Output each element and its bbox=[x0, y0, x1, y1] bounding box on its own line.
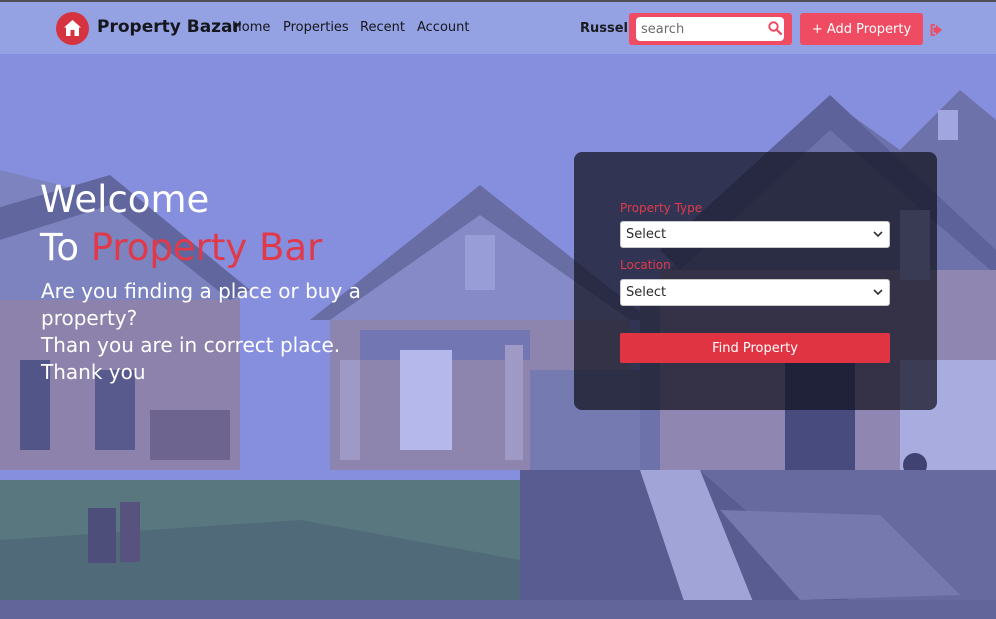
hero-to: To bbox=[40, 226, 91, 269]
search-box bbox=[629, 13, 792, 45]
nav-item-recent[interactable]: Recent bbox=[360, 20, 405, 35]
location-label: Location bbox=[620, 258, 671, 272]
property-search-panel: Property Type Select Location Select Fin… bbox=[574, 152, 937, 410]
house-icon bbox=[64, 20, 81, 36]
nav-item-account[interactable]: Account bbox=[417, 20, 470, 35]
hero-welcome: Welcome bbox=[40, 178, 210, 221]
hero-thanks: Thank you bbox=[41, 360, 146, 384]
property-type-label: Property Type bbox=[620, 201, 703, 215]
search-input[interactable] bbox=[636, 17, 784, 41]
hero-body: Are you finding a place or buy a propert… bbox=[41, 278, 431, 386]
hero-question: Are you finding a place or buy a propert… bbox=[41, 279, 361, 330]
brand-logo[interactable] bbox=[56, 12, 89, 45]
add-property-button[interactable]: + Add Property bbox=[800, 13, 923, 45]
hero-brand-accent: Property Bar bbox=[90, 226, 323, 269]
logout-icon[interactable] bbox=[930, 24, 943, 36]
property-type-value: Select bbox=[626, 227, 667, 242]
location-value: Select bbox=[626, 285, 667, 300]
property-type-select[interactable]: Select bbox=[620, 221, 890, 248]
hero-heading: Welcome To Property Bar bbox=[40, 178, 322, 270]
location-select[interactable]: Select bbox=[620, 279, 890, 306]
search-icon[interactable] bbox=[768, 21, 782, 35]
chevron-down-icon bbox=[873, 289, 883, 296]
window-top-border bbox=[0, 0, 996, 2]
nav-item-properties[interactable]: Properties bbox=[283, 20, 349, 35]
brand-name[interactable]: Property Bazar bbox=[97, 17, 241, 37]
find-property-button[interactable]: Find Property bbox=[620, 333, 890, 363]
chevron-down-icon bbox=[873, 231, 883, 238]
nav-item-home[interactable]: Home bbox=[232, 20, 270, 35]
hero-statement: Than you are in correct place. bbox=[41, 333, 341, 357]
hero-subheading: To Property Bar bbox=[40, 226, 322, 270]
navbar: Property Bazar Home Properties Recent Ac… bbox=[0, 2, 996, 54]
username: Russel bbox=[580, 21, 629, 36]
